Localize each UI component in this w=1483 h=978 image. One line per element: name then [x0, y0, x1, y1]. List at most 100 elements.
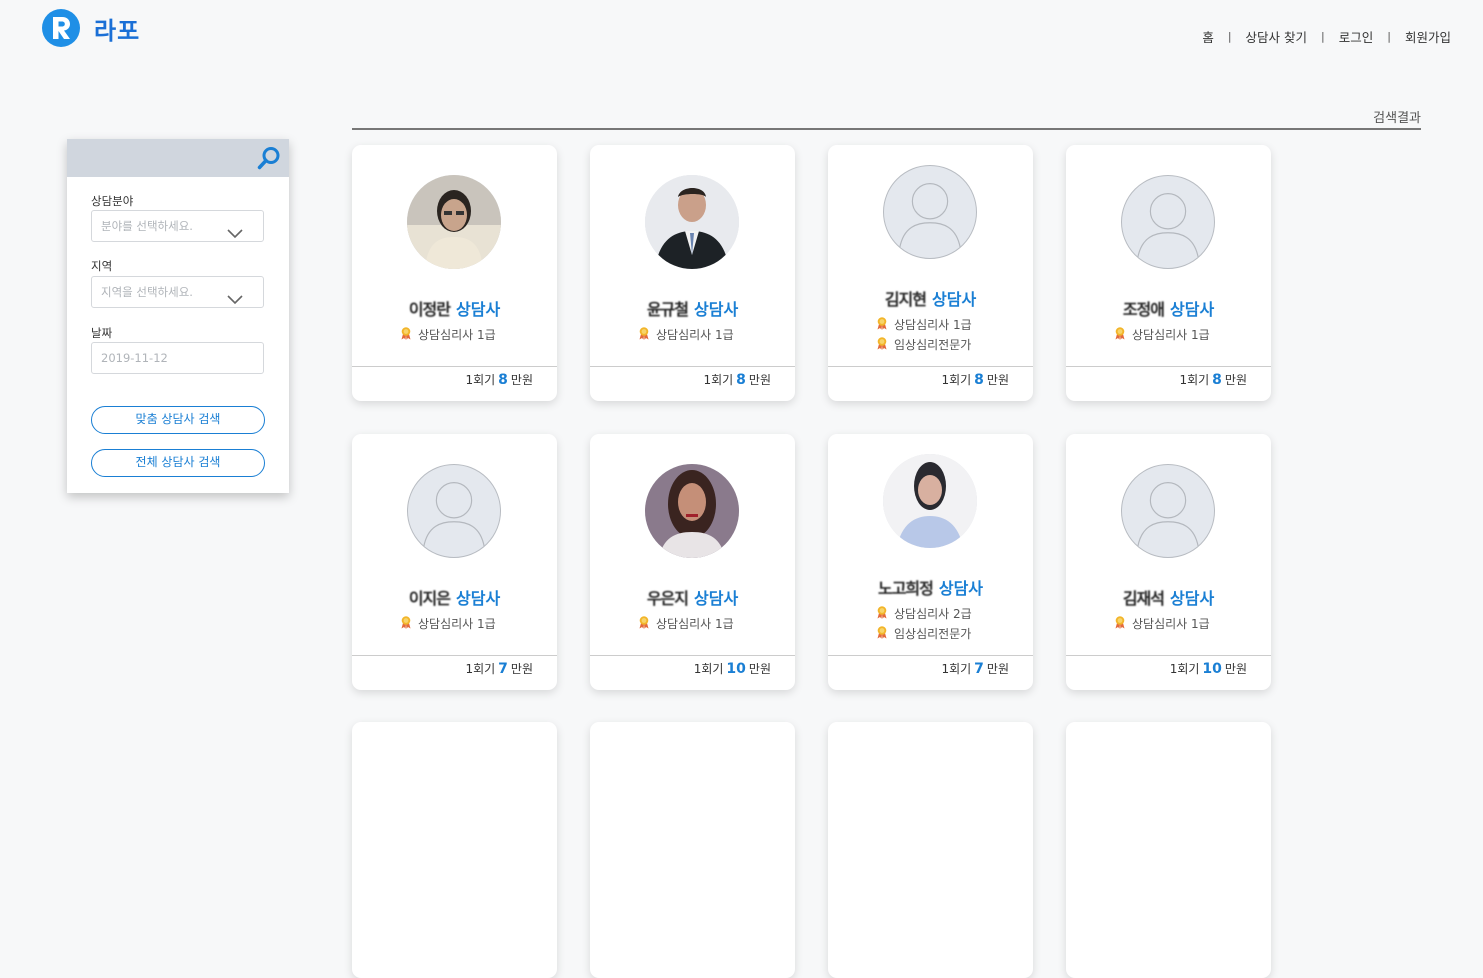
price-unit: 만원	[748, 373, 771, 387]
avatar-placeholder	[883, 165, 977, 259]
counselor-role: 상담사	[1170, 589, 1215, 608]
price-value: 8	[974, 372, 984, 388]
session-price: 1회기 10 만원	[1170, 660, 1247, 677]
counselor-card[interactable]: 이지은 상담사상담심리사 1급 1회기 7 만원	[352, 434, 557, 690]
counselor-card[interactable]: 윤규철 상담사 상담심리사 1급 1회기 8 만원	[590, 145, 795, 401]
date-input[interactable]: 2019-11-12	[91, 342, 264, 374]
medal-icon	[875, 336, 889, 353]
price-prefix: 1회기	[1169, 662, 1200, 676]
counselor-name-line: 이지은 상담사	[352, 585, 557, 609]
counselor-card[interactable]: 우은지 상담사 상담심리사 1급 1회기 10 만원	[590, 434, 795, 690]
results-title: 검색결과	[1373, 111, 1421, 126]
card-divider	[1066, 366, 1271, 367]
certification: 상담심리사 1급	[399, 615, 496, 632]
price-value: 8	[498, 372, 508, 388]
region-select[interactable]: 지역을 선택하세요.	[91, 276, 264, 308]
medal-icon	[637, 615, 651, 632]
logo-icon	[42, 9, 80, 47]
medal-icon	[875, 625, 889, 642]
counselor-name-line: 김지현 상담사	[828, 286, 1033, 310]
counselor-card-partial[interactable]	[828, 722, 1033, 978]
certification-label: 상담심리사 1급	[656, 617, 734, 631]
counselor-name: 윤규철	[646, 300, 689, 319]
counselor-name-line: 우은지 상담사	[590, 585, 795, 609]
results-divider	[352, 128, 1421, 130]
certification-label: 상담심리사 1급	[894, 318, 972, 332]
counselor-card[interactable]: 김지현 상담사 상담심리사 1급 임상심리전문가 1회기 8 만원	[828, 145, 1033, 401]
certification-label: 상담심리사 1급	[656, 328, 734, 342]
counselor-card-partial[interactable]	[352, 722, 557, 978]
avatar	[407, 175, 501, 269]
certification: 상담심리사 1급	[399, 326, 496, 343]
certification-label: 상담심리사 1급	[1132, 328, 1210, 342]
card-divider	[352, 366, 557, 367]
avatar-placeholder	[1121, 464, 1215, 558]
certification: 상담심리사 1급	[1113, 326, 1210, 343]
counselor-card[interactable]: 조정애 상담사 상담심리사 1급 1회기 8 만원	[1066, 145, 1271, 401]
price-prefix: 1회기	[1179, 373, 1210, 387]
session-price: 1회기 8 만원	[1179, 371, 1247, 388]
price-value: 10	[726, 661, 746, 677]
custom-search-button[interactable]: 맞춤 상담사 검색	[91, 406, 265, 434]
counselor-name: 노고희정	[877, 579, 934, 598]
price-prefix: 1회기	[703, 373, 734, 387]
card-divider	[828, 366, 1033, 367]
nav-find-counselor[interactable]: 상담사 찾기	[1246, 27, 1307, 46]
search-icon[interactable]	[257, 146, 281, 174]
search-panel-header	[67, 139, 289, 177]
top-navigation: 홈 | 상담사 찾기 | 로그인 | 회원가입	[1202, 27, 1451, 46]
medal-icon	[875, 605, 889, 622]
counselor-card[interactable]: 이정란 상담사 상담심리사 1급 1회기 8 만원	[352, 145, 557, 401]
certification-label: 상담심리사 1급	[418, 617, 496, 631]
counselor-card-partial[interactable]	[590, 722, 795, 978]
price-prefix: 1회기	[941, 662, 972, 676]
card-divider	[828, 655, 1033, 656]
price-value: 7	[498, 661, 508, 677]
nav-signup[interactable]: 회원가입	[1405, 27, 1451, 46]
price-unit: 만원	[1224, 373, 1247, 387]
counselor-name: 김재석	[1122, 589, 1165, 608]
price-prefix: 1회기	[465, 373, 496, 387]
nav-home[interactable]: 홈	[1202, 27, 1214, 46]
nav-separator: |	[1227, 30, 1232, 43]
date-label: 날짜	[91, 326, 113, 340]
price-value: 8	[736, 372, 746, 388]
chevron-down-icon	[227, 286, 243, 316]
counselor-role: 상담사	[456, 300, 501, 319]
nav-login[interactable]: 로그인	[1339, 27, 1374, 46]
avatar	[645, 464, 739, 558]
card-divider	[590, 366, 795, 367]
medal-icon	[1113, 326, 1127, 343]
avatar	[883, 454, 977, 548]
session-price: 1회기 7 만원	[941, 660, 1009, 677]
card-divider	[1066, 655, 1271, 656]
all-search-button[interactable]: 전체 상담사 검색	[91, 449, 265, 477]
counselor-name: 조정애	[1122, 300, 1165, 319]
field-select[interactable]: 분야를 선택하세요.	[91, 210, 264, 242]
counselor-card[interactable]: 김재석 상담사 상담심리사 1급 1회기 10 만원	[1066, 434, 1271, 690]
nav-separator: |	[1321, 30, 1325, 43]
price-unit: 만원	[748, 662, 771, 676]
price-unit: 만원	[510, 662, 533, 676]
certification: 상담심리사 1급	[637, 615, 734, 632]
session-price: 1회기 8 만원	[703, 371, 771, 388]
nav-separator: |	[1387, 30, 1391, 43]
price-value: 10	[1202, 661, 1222, 677]
counselor-name-line: 노고희정 상담사	[828, 575, 1033, 599]
certification-label: 임상심리전문가	[894, 338, 972, 352]
certification-label: 상담심리사 1급	[418, 328, 496, 342]
counselor-name: 김지현	[884, 290, 927, 309]
price-unit: 만원	[1224, 662, 1247, 676]
medal-icon	[399, 615, 413, 632]
price-unit: 만원	[986, 662, 1009, 676]
session-price: 1회기 7 만원	[465, 660, 533, 677]
counselor-card-partial[interactable]	[1066, 722, 1271, 978]
counselor-card[interactable]: 노고희정 상담사 상담심리사 2급 임상심리전문가 1회기 7 만원	[828, 434, 1033, 690]
region-label: 지역	[91, 259, 113, 273]
card-divider	[590, 655, 795, 656]
brand-logo[interactable]: 라포	[42, 9, 140, 47]
certification-label: 상담심리사 2급	[894, 607, 972, 621]
counselor-name-line: 이정란 상담사	[352, 296, 557, 320]
counselor-name: 이지은	[408, 589, 451, 608]
search-panel: 상담분야 분야를 선택하세요. 지역 지역을 선택하세요. 날짜 2019-11…	[67, 139, 289, 493]
